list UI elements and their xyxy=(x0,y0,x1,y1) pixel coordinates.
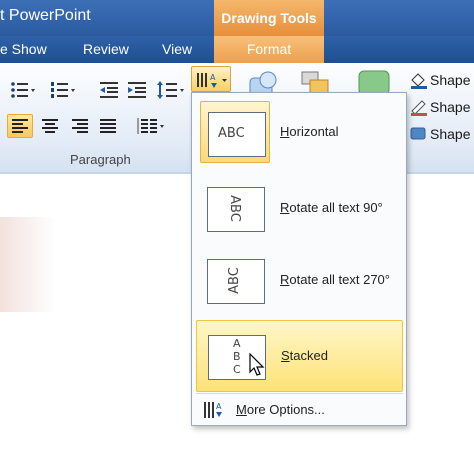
align-right-icon[interactable] xyxy=(70,116,96,138)
rotate-90-preview-text: ABC xyxy=(226,195,242,222)
svg-text:A: A xyxy=(210,73,216,82)
columns-icon[interactable] xyxy=(136,116,164,138)
horizontal-label: Horizontal xyxy=(280,124,339,139)
numbering-icon[interactable] xyxy=(50,79,76,101)
text-direction-icon: A xyxy=(202,400,224,420)
shape-outline-icon[interactable] xyxy=(408,97,430,117)
rotate-270-label: Rotate all text 270° xyxy=(280,272,390,287)
stacked-letter-b: B xyxy=(233,350,241,363)
justify-icon[interactable] xyxy=(98,116,124,138)
menu-item-horizontal[interactable]: ABC Horizontal xyxy=(196,97,403,169)
align-center-icon[interactable] xyxy=(40,116,66,138)
increase-indent-icon[interactable] xyxy=(126,79,152,101)
stacked-letter-a: A xyxy=(233,337,241,350)
menu-separator xyxy=(196,393,403,394)
shape-effects-label[interactable]: Shape xyxy=(430,126,470,142)
menu-item-stacked[interactable]: A B C Stacked xyxy=(196,320,403,392)
more-options-label: More Options... xyxy=(236,402,325,417)
stacked-letter-c: C xyxy=(233,363,241,376)
shape-fill-label[interactable]: Shape xyxy=(430,72,470,88)
menu-item-rotate-270[interactable]: ABC Rotate all text 270° xyxy=(196,245,403,317)
shape-fill-icon[interactable] xyxy=(408,70,430,90)
tab-view[interactable]: View xyxy=(162,41,192,57)
rotate-90-preview: ABC xyxy=(207,187,265,232)
rotate-270-preview-frame: ABC xyxy=(200,249,270,311)
tab-slide-show[interactable]: e Show xyxy=(0,41,47,57)
tab-review[interactable]: Review xyxy=(83,41,129,57)
align-left-icon[interactable] xyxy=(10,116,36,138)
svg-text:A: A xyxy=(216,402,222,411)
menu-item-more-options[interactable]: A More Options... xyxy=(196,397,403,423)
mouse-cursor-icon xyxy=(249,352,265,377)
horizontal-preview: ABC xyxy=(208,112,266,157)
line-spacing-icon[interactable] xyxy=(156,79,184,101)
rotate-90-preview-frame: ABC xyxy=(200,177,270,239)
rotate-270-preview-text: ABC xyxy=(226,267,242,294)
tab-format[interactable]: Format xyxy=(214,36,324,63)
shape-outline-label[interactable]: Shape xyxy=(430,99,470,115)
horizontal-preview-text: ABC xyxy=(218,126,245,141)
menu-item-rotate-90[interactable]: ABC Rotate all text 90° xyxy=(196,173,403,245)
drawing-tools-context-label: Drawing Tools xyxy=(214,0,324,36)
shape-effects-icon[interactable] xyxy=(408,124,430,144)
text-direction-menu: ABC Horizontal ABC Rotate all text 90° A… xyxy=(191,92,407,426)
app-title: t PowerPoint xyxy=(0,7,91,24)
decrease-indent-icon[interactable] xyxy=(98,79,124,101)
rotate-90-label: Rotate all text 90° xyxy=(280,200,383,215)
horizontal-preview-frame: ABC xyxy=(200,101,270,163)
title-bar: t PowerPoint Drawing Tools xyxy=(0,0,474,36)
paragraph-group-label: Paragraph xyxy=(70,152,131,167)
slide-thumbnail-edge xyxy=(0,217,56,312)
bullets-icon[interactable] xyxy=(10,79,36,101)
rotate-270-preview: ABC xyxy=(207,259,265,304)
text-direction-button[interactable]: A xyxy=(191,66,231,92)
stacked-label: Stacked xyxy=(281,348,328,363)
